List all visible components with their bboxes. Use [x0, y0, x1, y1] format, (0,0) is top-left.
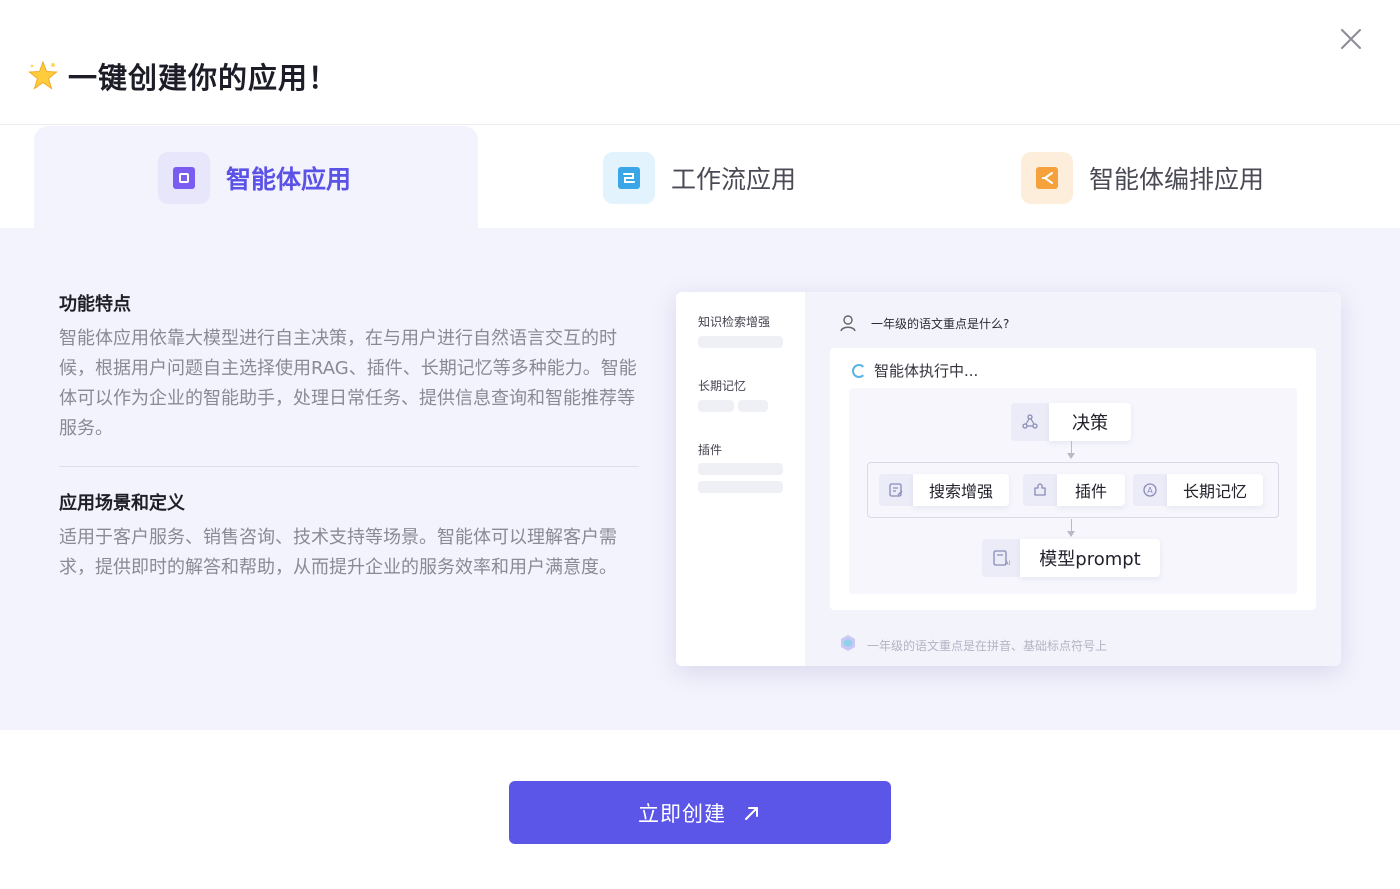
dialog-header: 一键创建你的应用！ [0, 0, 1400, 125]
execution-label: 智能体执行中... [874, 362, 979, 380]
sidebar-item-memory: 长期记忆 [698, 379, 747, 393]
sidebar-item-knowledge: 知识检索增强 [698, 315, 771, 329]
model-ai-icon: AI [982, 539, 1020, 577]
create-now-label: 立即创建 [638, 801, 726, 826]
user-icon [837, 312, 859, 334]
execution-status: 智能体执行中... [852, 360, 978, 381]
workflow-app-icon [603, 151, 655, 204]
answer-text: 一年级的语文重点是在拼音、基础标点符号上 [867, 638, 1108, 653]
memory-icon: A [1133, 474, 1167, 506]
tab-workflow-app[interactable]: 工作流应用 [603, 126, 963, 229]
loading-spinner-icon [852, 363, 866, 378]
skeleton-line [698, 336, 783, 348]
description-column: 功能特点 智能体应用依靠大模型进行自主决策，在与用户进行自然语言交互的时候，根据… [59, 290, 639, 583]
divider [59, 466, 639, 467]
tab-label: 智能体编排应用 [1089, 164, 1265, 194]
ai-logo-icon [839, 634, 857, 656]
skeleton-line [738, 400, 768, 412]
orchestration-app-icon [1021, 151, 1073, 204]
svg-text:A: A [1147, 486, 1153, 495]
app-type-tabs: 智能体应用 工作流应用 智能体编排应用 [0, 126, 1400, 229]
search-enhance-icon [879, 474, 913, 506]
tool-node-search: 搜索增强 [879, 474, 1009, 506]
preview-chat: 一年级的语文重点是什么? 智能体执行中... 决策 搜索增强 插件 A 长期记忆… [805, 292, 1341, 666]
tool-node-memory: A 长期记忆 [1133, 474, 1263, 506]
execution-panel: 智能体执行中... 决策 搜索增强 插件 A 长期记忆 AI 模型prompt [830, 348, 1316, 610]
skeleton-line [698, 400, 734, 412]
decision-icon [1011, 403, 1049, 441]
sidebar-item-plugin: 插件 [698, 443, 723, 457]
tool-label: 长期记忆 [1167, 474, 1263, 506]
decision-label: 决策 [1049, 403, 1131, 441]
question-row: 一年级的语文重点是什么? [837, 312, 1009, 334]
svg-text:AI: AI [1005, 560, 1011, 567]
model-label: 模型prompt [1020, 539, 1160, 577]
tool-label: 插件 [1057, 474, 1125, 506]
plugin-icon [1023, 474, 1057, 506]
tab-label: 智能体应用 [226, 164, 352, 194]
tool-node-plugin: 插件 [1023, 474, 1125, 506]
tab-content: 功能特点 智能体应用依靠大模型进行自主决策，在与用户进行自然语言交互的时候，根据… [0, 228, 1400, 730]
question-text: 一年级的语文重点是什么? [871, 316, 1010, 331]
tool-label: 搜索增强 [913, 474, 1009, 506]
sparkle-star-icon [26, 59, 60, 93]
arrow-up-right-icon [742, 803, 762, 823]
scenarios-title: 应用场景和定义 [59, 493, 185, 514]
skeleton-line [698, 481, 783, 493]
tab-orchestration-app[interactable]: 智能体编排应用 [1021, 126, 1381, 229]
agent-app-icon [158, 151, 210, 204]
create-now-button[interactable]: 立即创建 [509, 781, 891, 844]
scenarios-body: 适用于客户服务、销售咨询、技术支持等场景。智能体可以理解客户需求，提供即时的解答… [59, 527, 617, 578]
model-node: AI 模型prompt [982, 539, 1160, 577]
decision-node: 决策 [1011, 403, 1131, 441]
create-app-dialog: 一键创建你的应用！ 智能体应用 工作流应用 智能体编排应用 功能特点 智能体应用… [0, 0, 1400, 889]
preview-sidebar: 知识检索增强 长期记忆 插件 [676, 292, 805, 666]
title-wrap: 一键创建你的应用！ [26, 55, 338, 97]
tab-agent-app[interactable]: 智能体应用 [34, 126, 478, 229]
features-title: 功能特点 [59, 294, 131, 315]
skeleton-line [698, 463, 783, 475]
dialog-title: 一键创建你的应用！ [68, 61, 339, 95]
flow-diagram: 决策 搜索增强 插件 A 长期记忆 AI 模型prompt [849, 388, 1297, 594]
tab-label: 工作流应用 [671, 164, 797, 194]
arrow-down-icon [1067, 453, 1075, 459]
features-body: 智能体应用依靠大模型进行自主决策，在与用户进行自然语言交互的时候，根据用户问题自… [59, 328, 637, 439]
arrow-down-icon [1067, 531, 1075, 537]
preview-card: 知识检索增强 长期记忆 插件 一年级的语文重点是什么? 智能体执行中... 决策… [676, 292, 1341, 666]
close-icon[interactable] [1336, 24, 1366, 54]
answer-row: 一年级的语文重点是在拼音、基础标点符号上 [839, 634, 1107, 656]
